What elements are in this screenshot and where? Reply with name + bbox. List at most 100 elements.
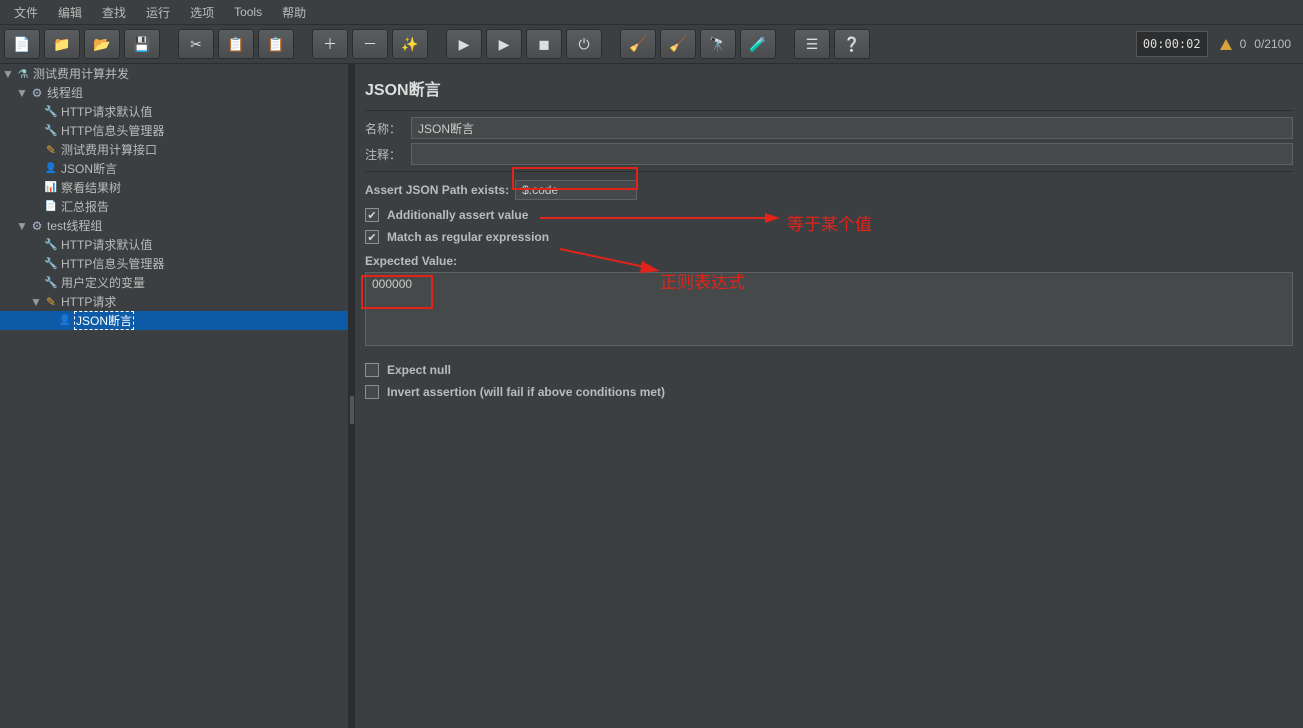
menu-文件[interactable]: 文件: [4, 2, 48, 23]
expect-null-label: Expect null: [387, 363, 451, 377]
function-button[interactable]: 🧪: [740, 29, 776, 59]
tree-node-label: HTTP请求默认值: [60, 236, 153, 253]
expected-value-input[interactable]: [365, 272, 1293, 346]
wrench-icon: [42, 256, 60, 272]
additionally-assert-label: Additionally assert value: [387, 208, 528, 222]
status-area: 0 0/2100: [1212, 37, 1299, 51]
menu-帮助[interactable]: 帮助: [272, 2, 316, 23]
wrench-icon: [42, 275, 60, 291]
tree-node-label: 测试费用计算并发: [32, 65, 130, 82]
tree-node-label: 汇总报告: [60, 198, 110, 215]
expander-icon[interactable]: ▼: [30, 295, 42, 309]
wrench-icon: [42, 104, 60, 120]
paste-button[interactable]: 📋: [258, 29, 294, 59]
expander-icon[interactable]: ▼: [16, 86, 28, 100]
open-button[interactable]: 📂: [84, 29, 120, 59]
gear-icon: [28, 85, 46, 101]
tree-node[interactable]: ▼ HTTP请求: [0, 292, 348, 311]
clear-button[interactable]: 🧹: [620, 29, 656, 59]
tree-node[interactable]: ▼ 测试费用计算并发: [0, 64, 348, 83]
expected-label: Expected Value:: [365, 254, 1287, 268]
expander-icon[interactable]: ▼: [2, 67, 14, 81]
assertion-panel: JSON断言 名称： 注释： Assert JSON Path exists: …: [355, 64, 1303, 728]
toggle-log-button[interactable]: ☰: [794, 29, 830, 59]
tree-node[interactable]: 汇总报告: [0, 197, 348, 216]
invert-checkbox[interactable]: [365, 385, 379, 399]
tree-node[interactable]: ▼ 线程组: [0, 83, 348, 102]
templates-button[interactable]: 📁: [44, 29, 80, 59]
tree-node-label: JSON断言: [74, 311, 134, 330]
tree-node-label: JSON断言: [60, 160, 118, 177]
expect-null-checkbox[interactable]: [365, 363, 379, 377]
tree-node[interactable]: 察看结果树: [0, 178, 348, 197]
warn-count: 0: [1240, 37, 1247, 51]
shutdown-button[interactable]: ⏻: [566, 29, 602, 59]
chart-icon: [42, 180, 60, 196]
clear-all-button[interactable]: 🧹: [660, 29, 696, 59]
regex-label: Match as regular expression: [387, 230, 549, 244]
cut-button[interactable]: ✂: [178, 29, 214, 59]
tree-node-label: HTTP请求: [60, 293, 117, 310]
save-button[interactable]: 💾: [124, 29, 160, 59]
tree-node-label: 测试费用计算接口: [60, 141, 158, 158]
start-button[interactable]: ▶: [446, 29, 482, 59]
test-plan-tree[interactable]: ▼ 测试费用计算并发 ▼ 线程组 HTTP请求默认值 HTTP信息头管理器测试费用计算接口…: [0, 64, 349, 728]
thread-counter: 0/2100: [1254, 37, 1291, 51]
name-input[interactable]: [411, 117, 1293, 139]
tree-node-label: HTTP信息头管理器: [60, 255, 165, 272]
tree-node[interactable]: HTTP请求默认值: [0, 102, 348, 121]
plus-button[interactable]: ＋: [312, 29, 348, 59]
minus-button[interactable]: －: [352, 29, 388, 59]
search-button[interactable]: 🔭: [700, 29, 736, 59]
tree-node-label: HTTP信息头管理器: [60, 122, 165, 139]
comment-input[interactable]: [411, 143, 1293, 165]
tree-node-label: HTTP请求默认值: [60, 103, 153, 120]
person-icon: [42, 161, 60, 177]
warning-icon: [1220, 39, 1232, 50]
menu-查找[interactable]: 查找: [92, 2, 136, 23]
tree-node-label: 线程组: [46, 84, 84, 101]
tree-node[interactable]: ▼ test线程组: [0, 216, 348, 235]
stop-button[interactable]: ◼: [526, 29, 562, 59]
person-icon: [56, 313, 74, 329]
splitter[interactable]: [349, 64, 355, 728]
timer-display: 00:00:02: [1136, 31, 1208, 57]
flask-icon: [14, 66, 32, 82]
tree-node[interactable]: HTTP信息头管理器: [0, 254, 348, 273]
panel-title: JSON断言: [365, 76, 1293, 100]
help-button[interactable]: ❔: [834, 29, 870, 59]
comment-label: 注释：: [365, 146, 411, 163]
copy-button[interactable]: 📋: [218, 29, 254, 59]
doc-icon: [42, 199, 60, 215]
wrench-icon: [42, 123, 60, 139]
tree-node[interactable]: 用户定义的变量: [0, 273, 348, 292]
name-label: 名称：: [365, 120, 411, 137]
wand-button[interactable]: ✨: [392, 29, 428, 59]
menu-bar: 文件编辑查找运行选项Tools帮助: [0, 0, 1303, 24]
regex-checkbox[interactable]: [365, 230, 379, 244]
pencil-icon: [42, 142, 60, 158]
toolbar: 📄📁📂💾✂📋📋＋－✨▶▶◼⏻🧹🧹🔭🧪☰❔00:00:0200/2100: [0, 24, 1303, 64]
new-button[interactable]: 📄: [4, 29, 40, 59]
tree-node-label: 用户定义的变量: [60, 274, 146, 291]
tree-node-label: test线程组: [46, 217, 103, 234]
gear-icon: [28, 218, 46, 234]
tree-node[interactable]: JSON断言: [0, 159, 348, 178]
assert-path-label: Assert JSON Path exists:: [365, 183, 509, 197]
tree-node[interactable]: 测试费用计算接口: [0, 140, 348, 159]
wrench-icon: [42, 237, 60, 253]
assert-path-input[interactable]: [515, 180, 637, 200]
tree-node[interactable]: JSON断言: [0, 311, 348, 330]
menu-tools[interactable]: Tools: [224, 3, 272, 21]
start-no-pause-button[interactable]: ▶: [486, 29, 522, 59]
tree-node[interactable]: HTTP请求默认值: [0, 235, 348, 254]
tree-node-label: 察看结果树: [60, 179, 122, 196]
tree-node[interactable]: HTTP信息头管理器: [0, 121, 348, 140]
menu-选项[interactable]: 选项: [180, 2, 224, 23]
menu-运行[interactable]: 运行: [136, 2, 180, 23]
menu-编辑[interactable]: 编辑: [48, 2, 92, 23]
expander-icon[interactable]: ▼: [16, 219, 28, 233]
additionally-assert-checkbox[interactable]: [365, 208, 379, 222]
pencil-icon: [42, 294, 60, 310]
invert-label: Invert assertion (will fail if above con…: [387, 385, 665, 399]
